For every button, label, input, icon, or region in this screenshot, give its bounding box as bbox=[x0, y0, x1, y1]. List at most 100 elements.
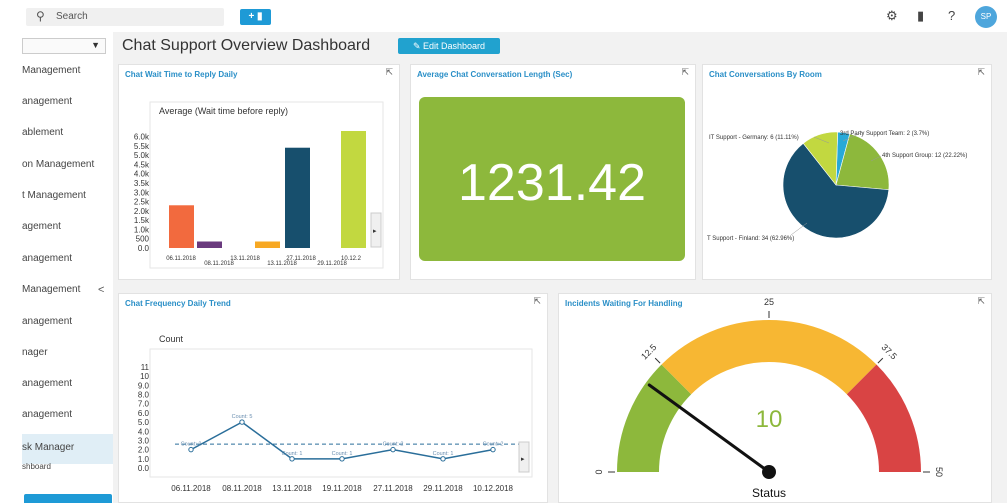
pie-label: 3rd Party Support Team: 2 (3.7%) bbox=[840, 131, 929, 137]
sidebar-item[interactable]: anagement bbox=[22, 402, 113, 428]
gauge-label: Status bbox=[752, 486, 786, 500]
y-tick-label: 5.0k bbox=[134, 151, 150, 160]
gauge-chart: 012.52537.550 10 Status bbox=[594, 297, 944, 500]
add-button[interactable]: + ▮ bbox=[240, 9, 271, 25]
x-tick-label: 13.11.2018 bbox=[230, 256, 260, 262]
x-tick-label: 27.11.2018 bbox=[373, 484, 413, 493]
x-tick-label: 06.11.2018 bbox=[171, 484, 211, 493]
sidebar-item[interactable]: on Management bbox=[22, 152, 113, 178]
y-tick-label: 6.0 bbox=[138, 409, 150, 418]
y-tick-label: 4.0 bbox=[138, 427, 150, 436]
collapse-icon[interactable]: < bbox=[98, 284, 104, 296]
sidebar-subitem[interactable]: shboard bbox=[22, 458, 113, 476]
y-tick-label: 9.0 bbox=[138, 381, 150, 390]
x-tick-label: 19.11.2018 bbox=[322, 484, 362, 493]
y-tick-label: 0.0 bbox=[138, 244, 150, 253]
svg-text:▸: ▸ bbox=[521, 456, 525, 463]
gauge-hub bbox=[762, 465, 776, 479]
svg-text:▸: ▸ bbox=[373, 228, 377, 235]
edit-dashboard-button[interactable]: ✎ Edit Dashboard bbox=[398, 38, 500, 54]
y-tick-label: 500 bbox=[136, 235, 150, 244]
data-point[interactable] bbox=[289, 456, 295, 462]
sidebar-item[interactable]: agement bbox=[22, 214, 113, 240]
pie-label: 4th Support Group: 12 (22.22%) bbox=[882, 153, 967, 159]
panel-by-room: Chat Conversations By Room ⇱ IT Support … bbox=[702, 64, 992, 280]
bar[interactable] bbox=[169, 205, 194, 248]
folder-icon[interactable]: ▮ bbox=[917, 8, 924, 24]
bar[interactable] bbox=[285, 147, 310, 248]
page-title: Chat Support Overview Dashboard bbox=[122, 37, 371, 54]
sidebar-item[interactable]: anagement bbox=[22, 89, 113, 115]
sidebar-item[interactable]: ablement bbox=[22, 120, 113, 146]
chart-title: Count bbox=[159, 334, 184, 344]
sidebar-item[interactable]: anagement bbox=[22, 309, 113, 335]
x-tick-label: 06.11.2018 bbox=[166, 256, 196, 262]
help-icon[interactable]: ? bbox=[948, 8, 955, 23]
y-tick-label: 10 bbox=[140, 372, 149, 381]
x-tick-label: 27.11.2018 bbox=[286, 256, 316, 262]
y-tick-label: 5.5k bbox=[134, 142, 150, 151]
search-input[interactable]: ⚲ Search bbox=[26, 8, 224, 26]
point-label: Count: 5 bbox=[232, 414, 253, 420]
sidebar-item[interactable]: Management bbox=[22, 58, 113, 84]
expand-icon[interactable]: ⇱ bbox=[681, 67, 689, 78]
y-tick-label: 2.5k bbox=[134, 198, 150, 207]
y-tick-label: 3.0 bbox=[138, 436, 150, 445]
y-tick-label: 0.0 bbox=[138, 464, 150, 473]
x-tick-label: 08.11.2018 bbox=[222, 484, 262, 493]
y-tick-label: 4.0k bbox=[134, 170, 150, 179]
y-tick-label: 1.0 bbox=[138, 455, 150, 464]
y-tick-label: 5.0 bbox=[138, 418, 150, 427]
point-label: Count: 2 bbox=[181, 442, 202, 448]
data-point[interactable] bbox=[390, 446, 396, 453]
sidebar-item[interactable]: anagement bbox=[22, 371, 113, 397]
sidebar-item[interactable]: t Management bbox=[22, 183, 113, 209]
bar[interactable] bbox=[255, 241, 280, 249]
gauge-tick-label: 25 bbox=[764, 297, 774, 307]
x-tick-label: 10.12.2 bbox=[341, 256, 362, 262]
kpi-box: 1231.42 bbox=[419, 97, 685, 261]
gauge-tick bbox=[654, 357, 661, 364]
y-tick-label: 2.0k bbox=[134, 207, 150, 216]
sidebar-item[interactable]: anagement bbox=[22, 246, 113, 272]
data-point[interactable] bbox=[339, 456, 345, 462]
gauge-tick bbox=[877, 357, 884, 364]
kpi-value: 1231.42 bbox=[458, 154, 646, 212]
x-tick-label: 13.11.2018 bbox=[272, 484, 312, 493]
x-tick-label: 29.11.2018 bbox=[423, 484, 463, 493]
data-point[interactable] bbox=[490, 446, 496, 453]
panel-frequency: Chat Frequency Daily Trend ⇱ Count 0.0 1.… bbox=[118, 293, 548, 503]
point-label: Count: 2 bbox=[483, 442, 504, 448]
panel-avg-length: Average Chat Conversation Length (Sec) ⇱… bbox=[410, 64, 696, 280]
sidebar-select[interactable]: ▼ bbox=[22, 38, 106, 54]
bar[interactable] bbox=[197, 241, 222, 249]
pie-chart: IT Support - Germany: 6 (11.11%) 3rd Par… bbox=[707, 131, 967, 242]
top-bar: ⚲ Search + ▮ ⚙ ▮ ? SP bbox=[0, 0, 1007, 32]
y-tick-label: 6.0k bbox=[134, 133, 150, 142]
y-tick-label: 1.0k bbox=[134, 225, 150, 234]
y-tick-label: 7.0 bbox=[138, 400, 150, 409]
y-tick-label: 1.5k bbox=[134, 216, 150, 225]
gauge-tick-label: 0 bbox=[594, 469, 604, 474]
chevron-down-icon: ▼ bbox=[91, 40, 100, 50]
sidebar-button[interactable] bbox=[24, 494, 112, 503]
x-tick-label: 10.12.2018 bbox=[473, 484, 514, 493]
sidebar-item[interactable]: nager bbox=[22, 340, 113, 366]
data-point[interactable] bbox=[239, 419, 245, 425]
gear-icon[interactable]: ⚙ bbox=[886, 8, 898, 24]
point-label: Count: 1 bbox=[433, 451, 454, 457]
panel-incidents: Incidents Waiting For Handling ⇱ 0 12.5 25… bbox=[558, 293, 992, 503]
search-icon: ⚲ bbox=[36, 9, 45, 23]
data-point[interactable] bbox=[188, 446, 194, 453]
chart-title: Average (Wait time before reply) bbox=[159, 106, 288, 116]
y-tick-label: 3.5k bbox=[134, 179, 150, 188]
panel-title[interactable]: Average Chat Conversation Length (Sec) bbox=[417, 70, 572, 79]
point-label: Count: 1 bbox=[282, 451, 303, 457]
pie-label: IT Support - Germany: 6 (11.11%) bbox=[709, 135, 799, 141]
data-point[interactable] bbox=[440, 456, 446, 462]
bar[interactable] bbox=[341, 131, 366, 248]
y-tick-label: 8.0 bbox=[138, 391, 150, 400]
y-tick-label: 3.0k bbox=[134, 188, 150, 197]
point-label: Count: 1 bbox=[332, 451, 353, 457]
avatar[interactable]: SP bbox=[975, 6, 997, 28]
